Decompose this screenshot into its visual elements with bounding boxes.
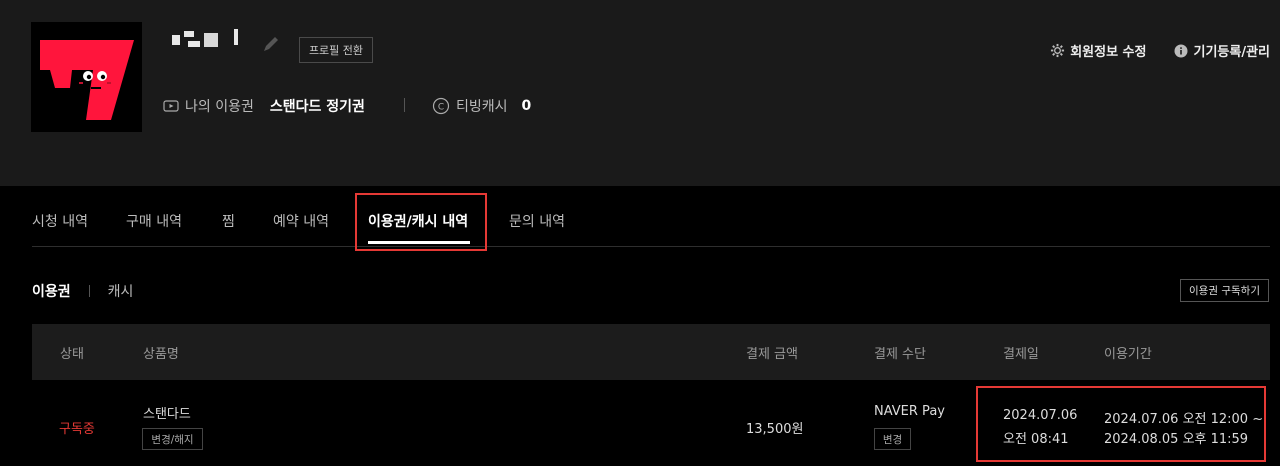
subtab-cash[interactable]: 캐시 <box>108 281 134 301</box>
profile-switch-label: 프로필 전환 <box>308 44 364 57</box>
history-tabs: 시청 내역 구매 내역 찜 예약 내역 이용권/캐시 내역 문의 내역 <box>32 196 1270 247</box>
change-cancel-button[interactable]: 변경/해지 <box>142 428 203 450</box>
annotation-box-dates <box>976 386 1266 462</box>
header-period: 이용기간 <box>1104 346 1152 362</box>
change-method-button[interactable]: 변경 <box>874 428 911 450</box>
header-status: 상태 <box>60 346 84 362</box>
change-cancel-label: 변경/해지 <box>151 433 194 446</box>
nickname-pixelated <box>172 27 242 49</box>
status-badge: 구독중 <box>59 422 95 437</box>
subscribe-pass-button[interactable]: 이용권 구독하기 <box>1180 279 1269 302</box>
header-method: 결제 수단 <box>874 346 926 362</box>
edit-info-label: 회원정보 수정 <box>1070 45 1147 60</box>
my-pass-row: 나의 이용권 스탠다드 정기권 <box>163 96 365 116</box>
device-manage-link[interactable]: 기기등록/관리 <box>1174 41 1270 60</box>
cash-label: 티빙캐시 <box>456 99 508 115</box>
profile-avatar <box>31 22 142 132</box>
table-header: 상태 상품명 결제 금액 결제 수단 결제일 이용기간 <box>32 324 1270 380</box>
pass-icon <box>163 98 179 114</box>
cash-row: C 티빙캐시 0 <box>432 96 531 116</box>
header-amount: 결제 금액 <box>746 346 798 362</box>
subscribe-pass-label: 이용권 구독하기 <box>1189 285 1260 297</box>
tab-reservation-history[interactable]: 예약 내역 <box>273 196 329 246</box>
payment-amount: 13,500원 <box>746 422 804 437</box>
tab-wishlist[interactable]: 찜 <box>222 196 235 246</box>
header-pay-date: 결제일 <box>1003 346 1039 362</box>
change-method-label: 변경 <box>882 433 903 446</box>
payment-method: NAVER Pay <box>874 404 945 419</box>
profile-header: 프로필 전환 나의 이용권 스탠다드 정기권 C 티빙캐시 0 회원정보 수정 … <box>0 0 1280 186</box>
device-manage-label: 기기등록/관리 <box>1193 45 1270 60</box>
my-pass-label: 나의 이용권 <box>185 99 254 115</box>
subtab-divider <box>88 285 90 297</box>
cash-icon: C <box>432 97 450 115</box>
edit-nickname-icon[interactable] <box>262 35 280 53</box>
profile-switch-button[interactable]: 프로필 전환 <box>299 37 373 63</box>
gear-icon <box>1051 43 1065 58</box>
my-pass-value: 스탠다드 정기권 <box>269 99 365 115</box>
pass-cash-subtabs: 이용권 캐시 <box>32 281 133 301</box>
header-product: 상품명 <box>143 346 179 362</box>
tab-watch-history[interactable]: 시청 내역 <box>32 196 88 246</box>
cash-value: 0 <box>521 98 532 114</box>
divider <box>404 98 405 112</box>
info-icon <box>1174 44 1188 57</box>
product-name: 스탠다드 <box>143 407 191 422</box>
annotation-box-tab <box>355 193 487 251</box>
tab-inquiry-history[interactable]: 문의 내역 <box>509 196 565 246</box>
subtab-pass[interactable]: 이용권 <box>32 281 71 301</box>
edit-info-link[interactable]: 회원정보 수정 <box>1050 41 1146 60</box>
top-links: 회원정보 수정 기기등록/관리 <box>1022 41 1270 60</box>
tab-purchase-history[interactable]: 구매 내역 <box>126 196 182 246</box>
svg-text:C: C <box>438 103 444 113</box>
